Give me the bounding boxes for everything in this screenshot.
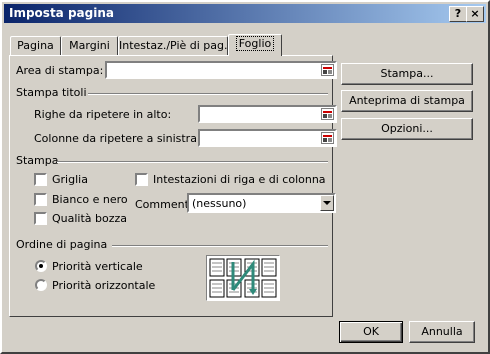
- black-white-checkbox[interactable]: [34, 193, 47, 206]
- tab-label: Foglio: [235, 36, 275, 51]
- section-divider: [112, 245, 328, 247]
- chevron-down-icon: [323, 201, 331, 205]
- print-area-label: Area di stampa:: [16, 64, 103, 77]
- range-collapse-icon[interactable]: [321, 108, 334, 120]
- print-area-label-text: Area di stampa:: [16, 64, 104, 77]
- black-white-label[interactable]: Bianco e nero: [52, 193, 128, 206]
- tab-foglio[interactable]: Foglio: [228, 34, 282, 56]
- print-titles-heading: Stampa titoli: [16, 86, 87, 99]
- cols-to-repeat-input[interactable]: [198, 129, 337, 147]
- over-then-down-label[interactable]: Priorità orizzontale: [52, 279, 155, 292]
- cols-to-repeat-label: Colonne da ripetere a sinistra:: [34, 132, 201, 145]
- page-order-preview: [206, 255, 280, 301]
- draft-quality-label[interactable]: Qualità bozza: [52, 212, 127, 225]
- print-area-input[interactable]: [105, 61, 337, 79]
- comments-label: Commenti: [135, 198, 192, 211]
- page-order-illustration: [209, 258, 277, 298]
- print-preview-button[interactable]: Anteprima di stampa: [341, 90, 473, 112]
- down-then-over-radio[interactable]: [35, 260, 47, 272]
- cancel-button[interactable]: Annulla: [409, 321, 475, 343]
- title-bar[interactable]: Imposta pagina ? ×: [4, 4, 486, 23]
- down-then-over-label[interactable]: Priorità verticale: [52, 260, 143, 273]
- page-order-heading: Ordine di pagina: [16, 238, 108, 251]
- print-heading: Stampa: [16, 154, 59, 167]
- tab-label: Intestaz./Piè di pag.: [119, 39, 228, 52]
- tab-pagina[interactable]: Pagina: [10, 36, 61, 55]
- draft-quality-checkbox[interactable]: [34, 212, 47, 225]
- gridlines-checkbox[interactable]: [34, 173, 47, 186]
- close-button[interactable]: ×: [466, 6, 484, 22]
- tab-margini[interactable]: Margini: [61, 36, 118, 55]
- help-button[interactable]: ?: [449, 6, 467, 22]
- section-divider: [88, 93, 328, 95]
- rows-to-repeat-label: Righe da ripetere in alto:: [34, 108, 172, 121]
- gridlines-label[interactable]: Griglia: [52, 173, 88, 186]
- comments-value: (nessuno): [192, 197, 247, 210]
- tab-label: Margini: [69, 39, 110, 52]
- row-col-headings-checkbox[interactable]: [135, 173, 148, 186]
- print-button[interactable]: Stampa...: [341, 63, 473, 85]
- rows-to-repeat-input[interactable]: [198, 105, 337, 123]
- row-col-headings-label[interactable]: Intestazioni di riga e di colonna: [153, 173, 326, 186]
- section-divider: [57, 161, 328, 163]
- comments-select[interactable]: (nessuno): [187, 193, 336, 213]
- range-collapse-icon[interactable]: [321, 64, 334, 76]
- radio-dot: [39, 264, 43, 268]
- window-title: Imposta pagina: [9, 6, 114, 20]
- dropdown-button[interactable]: [320, 195, 334, 211]
- over-then-down-radio[interactable]: [35, 279, 47, 291]
- tab-label: Pagina: [17, 39, 54, 52]
- ok-button[interactable]: OK: [339, 321, 403, 343]
- range-collapse-icon[interactable]: [321, 132, 334, 144]
- options-button[interactable]: Opzioni...: [341, 118, 473, 140]
- tab-intestazioni[interactable]: Intestaz./Piè di pag.: [118, 36, 228, 55]
- page-setup-dialog: Imposta pagina ? × Pagina Margini Intest…: [0, 0, 490, 354]
